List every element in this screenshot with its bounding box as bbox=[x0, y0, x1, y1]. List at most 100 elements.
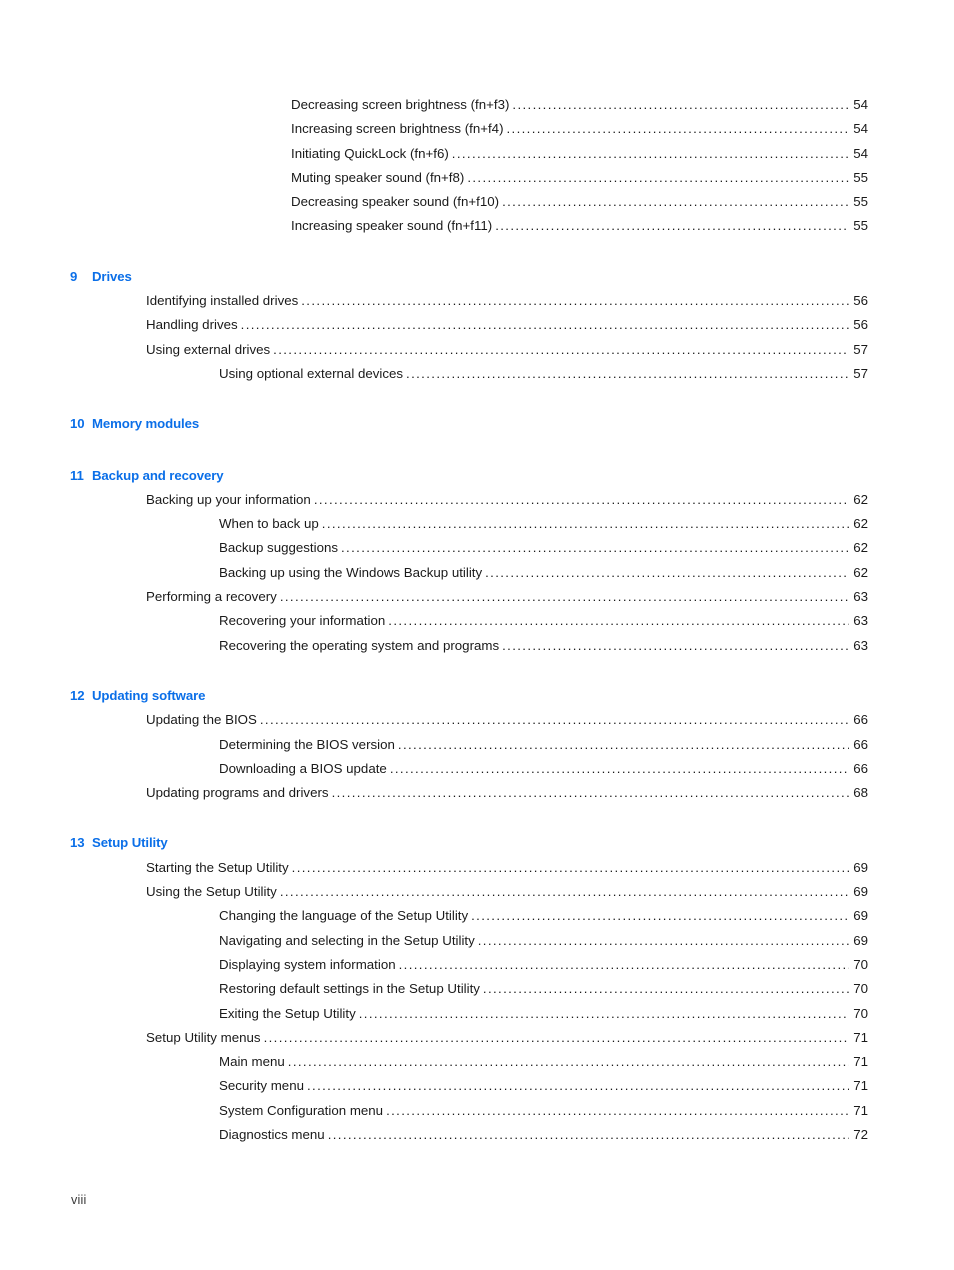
toc-entry-label: Increasing screen brightness (fn+f4) bbox=[291, 121, 504, 137]
toc-entry[interactable]: Main menu 71 bbox=[0, 1050, 954, 1074]
toc-entry-page-number: 54 bbox=[853, 97, 868, 112]
toc-entry-label: Using optional external devices bbox=[219, 365, 404, 381]
dot-leader bbox=[328, 1123, 849, 1147]
toc-entry[interactable]: Recovering your information 63 bbox=[0, 609, 954, 633]
toc-entry-page-number: 54 bbox=[853, 121, 868, 137]
toc-entry[interactable]: Handling drives 56 bbox=[0, 313, 954, 337]
toc-entry[interactable]: When to back up 62 bbox=[0, 512, 954, 536]
toc-entry[interactable]: Displaying system information 70 bbox=[0, 953, 954, 977]
toc-entry[interactable]: Exiting the Setup Utility 70 bbox=[0, 1002, 954, 1026]
toc-entry-label: Determining the BIOS version bbox=[219, 736, 395, 752]
dot-leader bbox=[280, 585, 849, 609]
chapter-heading[interactable]: 11 Backup and recovery bbox=[0, 464, 954, 488]
toc-entry[interactable]: Security menu 71 bbox=[0, 1074, 954, 1098]
toc-entry[interactable]: Backing up using the Windows Backup util… bbox=[0, 561, 954, 585]
toc-entry-label: Changing the language of the Setup Utili… bbox=[219, 908, 469, 924]
toc-entry-label: Updating the BIOS bbox=[146, 712, 257, 728]
dot-leader bbox=[390, 757, 849, 781]
toc-entry-page-number: 72 bbox=[853, 1126, 868, 1142]
toc-entry-label: Diagnostics menu bbox=[219, 1126, 325, 1142]
toc-entry-page-number: 66 bbox=[853, 736, 868, 752]
toc-entry-page-number: 71 bbox=[853, 1029, 868, 1045]
chapter-heading[interactable]: 12 Updating software bbox=[0, 684, 954, 708]
toc-entry-page-number: 69 bbox=[853, 884, 868, 900]
toc-entry-page-number: 56 bbox=[853, 317, 868, 333]
toc-entry-page-number: 63 bbox=[853, 613, 868, 629]
toc-entry[interactable]: Decreasing screen brightness (fn+f3) 54 bbox=[0, 93, 954, 117]
dot-leader bbox=[452, 142, 849, 166]
toc-entry-page-number: 66 bbox=[853, 760, 868, 776]
dot-leader bbox=[288, 1050, 849, 1074]
toc-entry[interactable]: Changing the language of the Setup Utili… bbox=[0, 904, 954, 928]
chapter-number: 10 bbox=[70, 416, 85, 432]
toc-entry[interactable]: Determining the BIOS version 66 bbox=[0, 733, 954, 757]
chapter-title: Backup and recovery bbox=[92, 467, 224, 483]
toc-entry-page-number: 69 bbox=[853, 932, 868, 948]
toc-entry[interactable]: System Configuration menu 71 bbox=[0, 1099, 954, 1123]
toc-entry-label: Identifying installed drives bbox=[146, 293, 299, 309]
toc-entry[interactable]: Increasing speaker sound (fn+f11) 55 bbox=[0, 214, 954, 238]
toc-entry-page-number: 55 bbox=[853, 194, 868, 210]
toc-entry[interactable]: Using the Setup Utility 69 bbox=[0, 880, 954, 904]
toc-entry-label: Recovering your information bbox=[219, 613, 386, 629]
toc-entry[interactable]: Using external drives 57 bbox=[0, 338, 954, 362]
toc-entry-label: Muting speaker sound (fn+f8) bbox=[291, 169, 465, 185]
toc-entry-page-number: 70 bbox=[853, 956, 868, 972]
toc-entry[interactable]: Restoring default settings in the Setup … bbox=[0, 977, 954, 1001]
chapter-title: Drives bbox=[92, 268, 132, 284]
toc-entry[interactable]: Navigating and selecting in the Setup Ut… bbox=[0, 929, 954, 953]
dot-leader bbox=[341, 536, 849, 560]
toc-entry[interactable]: Backup suggestions 62 bbox=[0, 536, 954, 560]
toc-entry-label: When to back up bbox=[219, 516, 319, 532]
toc-entry-label: Security menu bbox=[219, 1078, 304, 1094]
toc-group: 9DrivesIdentifying installed drives56Han… bbox=[0, 265, 954, 386]
toc-entry-page-number: 62 bbox=[853, 516, 868, 532]
toc-entry[interactable]: Downloading a BIOS update 66 bbox=[0, 757, 954, 781]
toc-entry[interactable]: Recovering the operating system and prog… bbox=[0, 634, 954, 658]
toc-entry-page-number: 62 bbox=[853, 540, 868, 556]
toc-entry[interactable]: Using optional external devices 57 bbox=[0, 362, 954, 386]
chapter-number: 12 bbox=[70, 687, 85, 703]
chapter-heading[interactable]: 13 Setup Utility bbox=[0, 831, 954, 855]
toc-entry-label: Downloading a BIOS update bbox=[219, 760, 387, 776]
chapter-heading[interactable]: 9 Drives bbox=[0, 265, 954, 289]
toc-entry[interactable]: Decreasing speaker sound (fn+f10) 55 bbox=[0, 190, 954, 214]
chapter-number: 11 bbox=[70, 467, 84, 483]
toc-entry-page-number: 62 bbox=[853, 491, 868, 507]
toc-entry[interactable]: Starting the Setup Utility 69 bbox=[0, 856, 954, 880]
dot-leader bbox=[301, 289, 849, 313]
dot-leader bbox=[314, 488, 849, 512]
toc-entry-label: Backing up using the Windows Backup util… bbox=[219, 564, 483, 580]
toc-entry[interactable]: Performing a recovery 63 bbox=[0, 585, 954, 609]
toc-entry-page-number: 69 bbox=[853, 859, 868, 875]
toc-entry-label: Handling drives bbox=[146, 317, 238, 333]
toc-entry-label: Displaying system information bbox=[219, 956, 396, 972]
toc-entry[interactable]: Initiating QuickLock (fn+f6) 54 bbox=[0, 142, 954, 166]
toc-entry[interactable]: Diagnostics menu 72 bbox=[0, 1123, 954, 1147]
toc-entry-label: Increasing speaker sound (fn+f11) bbox=[291, 218, 493, 234]
toc-entry[interactable]: Updating programs and drivers 68 bbox=[0, 781, 954, 805]
toc-entry[interactable]: Increasing screen brightness (fn+f4) 54 bbox=[0, 117, 954, 141]
toc-entry[interactable]: Setup Utility menus 71 bbox=[0, 1026, 954, 1050]
toc-entry[interactable]: Identifying installed drives 56 bbox=[0, 289, 954, 313]
toc-entry-label: Main menu bbox=[219, 1054, 285, 1070]
toc-entry-page-number: 63 bbox=[853, 637, 868, 653]
toc-entry[interactable]: Muting speaker sound (fn+f8) 55 bbox=[0, 166, 954, 190]
toc-entry-label: Initiating QuickLock (fn+f6) bbox=[291, 145, 449, 161]
dot-leader bbox=[471, 904, 849, 928]
toc-group: 10 Memory modules bbox=[0, 412, 954, 436]
toc-entry-label: Starting the Setup Utility bbox=[146, 859, 289, 875]
toc-entry[interactable]: Updating the BIOS 66 bbox=[0, 708, 954, 732]
chapter-heading[interactable]: 10 Memory modules bbox=[0, 412, 954, 436]
dot-leader bbox=[322, 512, 849, 536]
dot-leader bbox=[495, 214, 849, 238]
dot-leader bbox=[398, 733, 849, 757]
dot-leader bbox=[307, 1074, 849, 1098]
dot-leader bbox=[478, 929, 849, 953]
dot-leader bbox=[485, 561, 849, 585]
toc-entry-page-number: 57 bbox=[853, 341, 868, 357]
dot-leader bbox=[483, 977, 849, 1001]
toc-entry[interactable]: Backing up your information 62 bbox=[0, 488, 954, 512]
chapter-number: 13 bbox=[70, 835, 85, 851]
toc-entry-label: Updating programs and drivers bbox=[146, 785, 329, 801]
